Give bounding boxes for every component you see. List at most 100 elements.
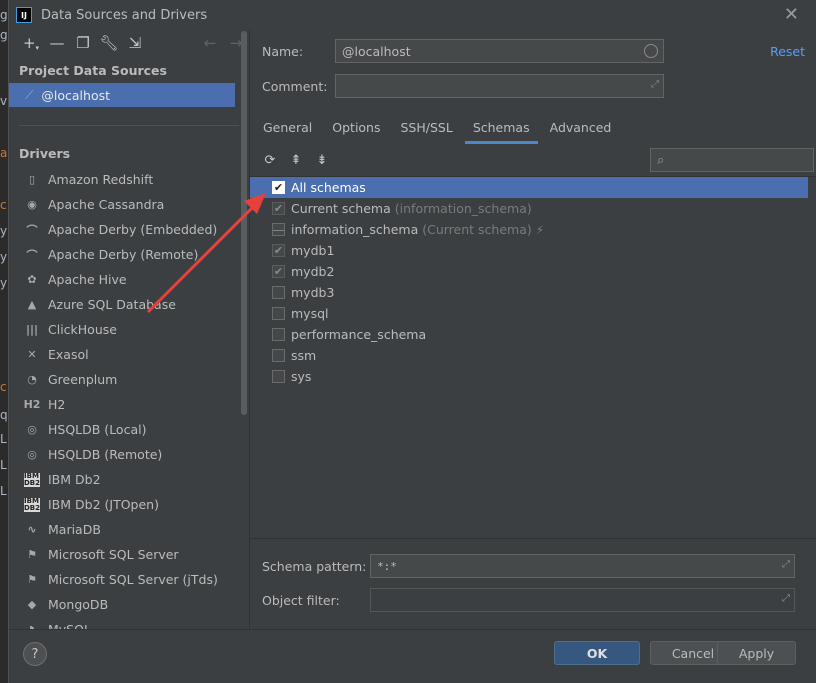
schema-checkbox[interactable]: — [272, 223, 285, 237]
comment-field[interactable]: ⤢ [335, 74, 664, 98]
driver-item[interactable]: ◉ Apache Cassandra [9, 192, 249, 217]
tab-options[interactable]: Options [324, 110, 388, 144]
driver-item[interactable]: ||| ClickHouse [9, 317, 249, 342]
driver-label: MongoDB [48, 597, 109, 612]
driver-item[interactable]: ▲ Azure SQL Database [9, 292, 249, 317]
schema-row[interactable]: performance_schema [250, 324, 808, 345]
tab-advanced[interactable]: Advanced [542, 110, 620, 144]
driver-label: IBM Db2 [48, 472, 101, 487]
schema-checkbox[interactable]: ✔ [272, 181, 285, 194]
driver-icon: ⌒ [26, 223, 38, 237]
data-source-label: @localhost [41, 87, 111, 103]
schema-row[interactable]: ✔ Current schema (information_schema) [250, 198, 808, 219]
driver-label: H2 [48, 397, 66, 412]
schema-checkbox[interactable] [272, 286, 285, 299]
search-icon: ⌕ [657, 152, 665, 168]
remove-icon[interactable]: — [44, 32, 70, 54]
driver-item[interactable]: ◎ HSQLDB (Local) [9, 417, 249, 442]
driver-item[interactable]: IBM DB2 IBM Db2 (JTOpen) [9, 492, 249, 517]
driver-item[interactable]: ⚑ Microsoft SQL Server (jTds) [9, 567, 249, 592]
schema-checkbox[interactable] [272, 328, 285, 341]
tab-sshssl[interactable]: SSH/SSL [393, 110, 461, 144]
schema-hint: (information_schema) [394, 201, 532, 216]
name-value: @localhost [342, 43, 411, 59]
left-scrollbar[interactable] [241, 31, 247, 415]
driver-label: ClickHouse [48, 322, 117, 337]
schema-name: Current schema [291, 201, 391, 216]
schema-checkbox[interactable]: ✔ [272, 244, 285, 257]
driver-item[interactable]: ✿ Apache Hive [9, 267, 249, 292]
schema-checkbox[interactable] [272, 307, 285, 320]
driver-item[interactable]: ∿ MariaDB [9, 517, 249, 542]
schema-row[interactable]: sys [250, 366, 808, 387]
schema-name: ssm [291, 348, 317, 363]
driver-icon: ◔ [27, 373, 37, 386]
left-toolbar: + ▾ — ❐ 🔧︎ ⇲ ← → [9, 30, 249, 56]
help-button[interactable]: ? [23, 642, 47, 666]
schema-name: mysql [291, 306, 329, 321]
tab-bar: General Options SSH/SSL Schemas Advanced [250, 110, 816, 144]
driver-icon: ▯ [28, 173, 36, 186]
schema-pattern-field[interactable]: *:* ⤢ [370, 554, 795, 578]
expand-icon[interactable]: ⤢ [782, 559, 790, 570]
schema-row[interactable]: — information_schema (Current schema) ⚡ [250, 219, 808, 240]
tab-general[interactable]: General [255, 110, 320, 144]
schema-checkbox[interactable]: ✔ [272, 202, 285, 215]
driver-label: Microsoft SQL Server [48, 547, 179, 562]
schema-row[interactable]: ssm [250, 345, 808, 366]
schema-pattern-value: *:* [377, 559, 397, 573]
driver-item[interactable]: ◆ MongoDB [9, 592, 249, 617]
driver-item[interactable]: ◔ Greenplum [9, 367, 249, 392]
driver-label: MySQL [48, 622, 91, 629]
name-row: Name: @localhost [262, 39, 664, 63]
schema-search-input[interactable]: ⌕ [650, 148, 814, 172]
driver-item[interactable]: ⌒ Apache Derby (Remote) [9, 242, 249, 267]
drivers-header: Drivers [19, 146, 71, 161]
schema-checkbox[interactable] [272, 349, 285, 362]
apply-button[interactable]: Apply [717, 641, 796, 665]
lightning-icon: ⚡ [535, 222, 545, 237]
object-filter-label: Object filter: [262, 592, 340, 608]
close-icon[interactable]: ✕ [784, 4, 799, 25]
refresh-icon[interactable]: ⟳ [257, 149, 283, 171]
driver-item[interactable]: ▯ Amazon Redshift [9, 167, 249, 192]
object-filter-row: Object filter: ⤢ [262, 588, 795, 612]
driver-icon: ✿ [27, 273, 37, 286]
schema-row[interactable]: ✔ mydb2 [250, 261, 808, 282]
driver-item[interactable]: ◎ HSQLDB (Remote) [9, 442, 249, 467]
schema-name: mydb2 [291, 264, 335, 279]
schema-pattern-row: Schema pattern: *:* ⤢ [262, 554, 795, 578]
schema-row[interactable]: ✔ All schemas [250, 177, 808, 198]
driver-icon: ▲ [27, 298, 37, 311]
schema-row[interactable]: ✔ mydb1 [250, 240, 808, 261]
driver-item[interactable]: IBM DB2 IBM Db2 [9, 467, 249, 492]
wrench-icon[interactable]: 🔧︎ [96, 32, 122, 54]
import-icon[interactable]: ⇲ [122, 32, 148, 54]
add-icon[interactable]: + ▾ [18, 32, 44, 54]
ok-button[interactable]: OK [554, 641, 640, 665]
reset-link[interactable]: Reset [770, 44, 805, 59]
left-panel: + ▾ — ❐ 🔧︎ ⇲ ← → Project Data Sources ⟋ @… [9, 30, 249, 629]
schema-row[interactable]: mydb3 [250, 282, 808, 303]
driver-item[interactable]: ⚑ Microsoft SQL Server [9, 542, 249, 567]
data-source-localhost[interactable]: ⟋ @localhost [9, 83, 235, 107]
driver-item[interactable]: ⌒ Apache Derby (Embedded) [9, 217, 249, 242]
expand-all-icon[interactable]: ⇞ [283, 149, 309, 171]
expand-icon[interactable]: ⤢ [782, 593, 790, 604]
data-sources-dialog: IJ Data Sources and Drivers ✕ + ▾ — ❐ 🔧︎ … [8, 0, 816, 683]
tab-schemas[interactable]: Schemas [464, 110, 538, 144]
back-arrow-icon[interactable]: ← [197, 32, 223, 54]
driver-item[interactable]: ✕ Exasol [9, 342, 249, 367]
color-circle-icon[interactable] [644, 44, 658, 58]
name-field[interactable]: @localhost [335, 39, 664, 63]
object-filter-field[interactable]: ⤢ [370, 588, 795, 612]
collapse-all-icon[interactable]: ⇟ [309, 149, 335, 171]
expand-icon[interactable]: ⤢ [651, 79, 659, 90]
schema-row[interactable]: mysql [250, 303, 808, 324]
driver-label: Apache Derby (Embedded) [48, 222, 218, 237]
schema-checkbox[interactable] [272, 370, 285, 383]
driver-item[interactable]: ◗ MySQL [9, 617, 249, 629]
schema-checkbox[interactable]: ✔ [272, 265, 285, 278]
duplicate-icon[interactable]: ❐ [70, 32, 96, 54]
driver-item[interactable]: H2 H2 [9, 392, 249, 417]
